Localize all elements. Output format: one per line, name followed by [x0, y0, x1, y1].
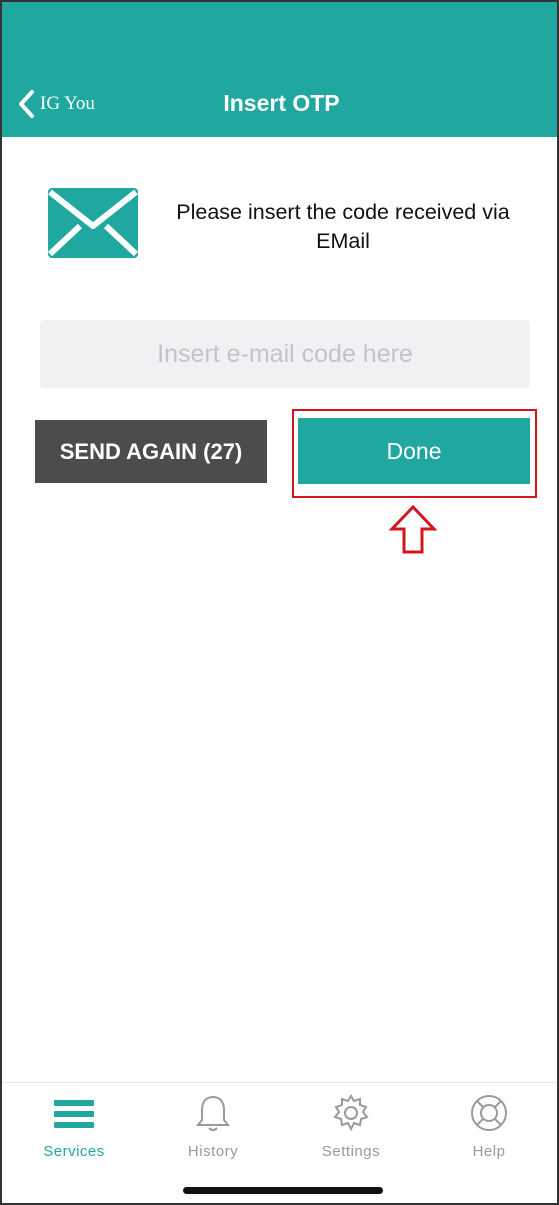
lifebuoy-icon	[471, 1095, 507, 1131]
tab-history[interactable]: History	[163, 1093, 263, 1163]
tab-settings[interactable]: Settings	[301, 1093, 401, 1163]
send-again-button[interactable]: SEND AGAIN (27)	[35, 420, 267, 483]
page-title: Insert OTP	[223, 90, 340, 116]
email-icon	[48, 188, 138, 258]
tab-label: Services	[43, 1143, 105, 1160]
arrow-up-icon	[388, 504, 438, 554]
email-code-input[interactable]	[40, 320, 530, 388]
tab-label: Help	[472, 1143, 506, 1160]
done-button[interactable]: Done	[298, 418, 530, 484]
nav-header: IG You Insert OTP	[2, 2, 557, 137]
tab-help[interactable]: Help	[439, 1093, 539, 1163]
instruction-text: Please insert the code received via EMai…	[176, 200, 510, 253]
bell-icon	[195, 1095, 231, 1131]
app-screen: IG You Insert OTP Please insert the code…	[0, 0, 559, 1205]
gear-icon	[333, 1094, 369, 1132]
tab-label: History	[187, 1143, 239, 1160]
home-indicator	[183, 1187, 383, 1194]
tab-services[interactable]: Services	[24, 1093, 124, 1163]
menu-icon	[54, 1100, 94, 1128]
tab-label: Settings	[321, 1143, 381, 1160]
